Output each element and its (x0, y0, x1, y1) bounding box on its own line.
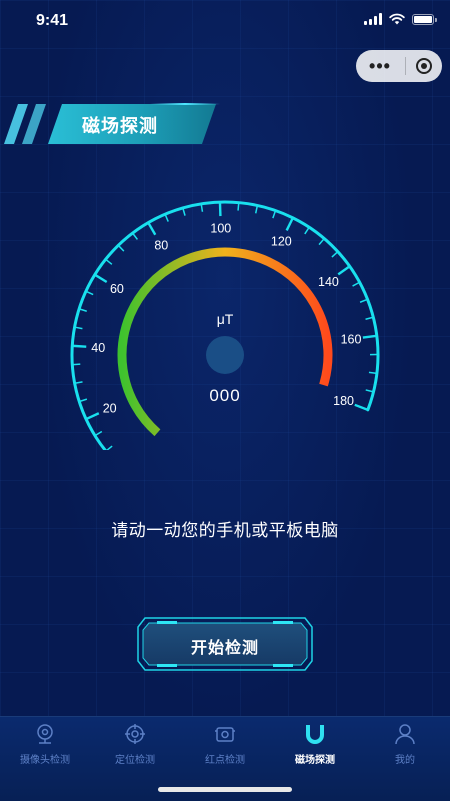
wifi-icon (389, 13, 405, 25)
crosshair-icon (124, 723, 146, 745)
tab-magnetic-detection[interactable]: 磁场探测 (270, 717, 360, 777)
status-bar: 9:41 (0, 0, 450, 44)
red-dot-icon (214, 723, 236, 745)
gauge-minor-tick (360, 300, 367, 303)
gauge-major-tick (87, 413, 99, 418)
instruction-text: 请动一动您的手机或平板电脑 (0, 516, 450, 541)
gauge-hub (206, 336, 244, 374)
gauge-minor-tick (106, 260, 111, 264)
status-icons (364, 13, 434, 25)
gauge-major-tick (363, 336, 376, 338)
camera-icon (34, 723, 56, 745)
gauge-minor-tick (87, 292, 93, 295)
tab-camera-detection[interactable]: 摄像头检测 (0, 717, 90, 777)
tab-red-dot-detection[interactable]: 红点检测 (180, 717, 270, 777)
gauge-minor-tick (238, 204, 239, 211)
tab-location-detection[interactable]: 定位检测 (90, 717, 180, 777)
gauge-minor-tick (273, 212, 275, 219)
gauge-unit-label: μT (0, 311, 450, 327)
gauge-minor-tick (201, 205, 202, 212)
gauge-minor-tick (119, 246, 124, 251)
gauge-major-tick (96, 275, 107, 282)
gauge-minor-tick (76, 327, 83, 328)
user-icon (394, 723, 416, 745)
gauge-minor-tick (332, 252, 337, 257)
gauge-minor-tick (183, 209, 185, 216)
battery-icon (412, 14, 434, 25)
more-button[interactable]: ••• (366, 50, 394, 82)
page-title: 磁场探测 (82, 112, 158, 138)
miniprogram-capsule: ••• (356, 50, 442, 82)
gauge-tick-label: 80 (154, 239, 168, 253)
gauge-major-tick (287, 219, 293, 231)
gauge-minor-tick (305, 228, 309, 234)
tab-profile[interactable]: 我的 (360, 717, 450, 777)
gauge-minor-tick (76, 382, 83, 383)
gauge-minor-tick (353, 283, 359, 286)
gauge-minor-tick (369, 372, 376, 373)
cellular-signal-icon (364, 13, 382, 25)
capsule-divider (405, 57, 406, 75)
tab-label: 磁场探测 (270, 751, 360, 766)
gauge-minor-tick (107, 446, 112, 450)
gauge-tick-label: 160 (341, 333, 362, 347)
close-miniprogram-icon[interactable] (416, 58, 432, 74)
magnet-icon (304, 723, 326, 745)
gauge-major-tick (338, 267, 349, 275)
gauge-minor-tick (96, 431, 102, 435)
gauge-value-readout: 000 (0, 386, 450, 406)
gauge-major-tick (73, 346, 86, 347)
tab-label: 我的 (360, 751, 450, 766)
gauge-minor-tick (133, 234, 137, 240)
start-button-label: 开始检测 (137, 634, 313, 658)
gauge-minor-tick (256, 206, 257, 213)
gauge-tick-label: 40 (91, 341, 105, 355)
tab-label: 摄像头检测 (0, 751, 90, 766)
start-detection-button[interactable]: 开始检测 (137, 617, 313, 671)
status-time: 9:41 (36, 12, 68, 30)
gauge-tick-label: 140 (318, 275, 339, 289)
gauge-minor-tick (165, 215, 168, 221)
gauge-tick-label: 120 (271, 235, 292, 249)
gauge-tick-label: 60 (110, 282, 124, 296)
home-indicator (158, 787, 292, 792)
tab-label: 红点检测 (180, 751, 270, 766)
gauge-major-tick (149, 224, 156, 235)
gauge-tick-label: 100 (210, 222, 231, 236)
gauge-minor-tick (319, 239, 324, 244)
tab-label: 定位检测 (90, 751, 180, 766)
